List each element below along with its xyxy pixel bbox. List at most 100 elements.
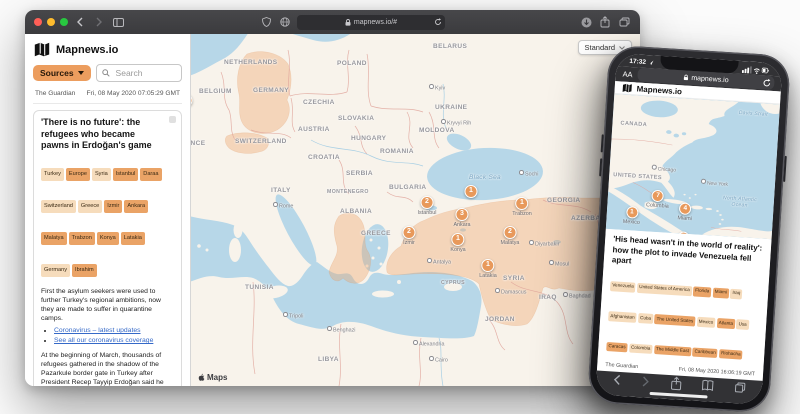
apple-logo-icon — [197, 373, 205, 382]
privacy-shield-icon[interactable] — [259, 15, 273, 29]
marker-count — [191, 94, 193, 107]
article-paragraph: At the beginning of March, thousands of … — [41, 351, 174, 386]
map-cluster-marker[interactable]: 2 Istanbul — [418, 196, 437, 216]
phone-map-canvas[interactable]: CANADADavis StraitUNITED STATESChicagoNe… — [606, 94, 780, 239]
location-tag[interactable]: Switzerland — [41, 200, 76, 213]
chevron-down-icon — [78, 71, 84, 75]
location-tag[interactable]: Daraa — [140, 168, 161, 181]
location-tag[interactable]: Istanbul — [113, 168, 139, 181]
marker-count: 2 — [403, 226, 416, 239]
forward-button[interactable] — [641, 376, 651, 389]
location-tag[interactable]: Venezuela — [610, 281, 636, 292]
downloads-icon[interactable] — [579, 15, 593, 29]
location-tag[interactable]: Ibrahim — [72, 264, 97, 277]
marker-count: 1 — [451, 233, 464, 246]
share-icon[interactable] — [598, 15, 612, 29]
article-link[interactable]: Coronavirus – latest updates — [54, 327, 141, 334]
zoom-window-button[interactable] — [60, 18, 68, 26]
location-tag[interactable]: Latakia — [121, 232, 145, 245]
location-tag[interactable]: Trabzon — [69, 232, 95, 245]
share-icon[interactable] — [669, 376, 682, 391]
address-bar[interactable]: mapnews.io/# — [297, 15, 445, 30]
power-button — [783, 156, 787, 182]
app-title: Mapnews.io — [56, 44, 118, 56]
marker-city-label: Istanbul — [418, 210, 437, 216]
marker-city-label: Mexico — [623, 219, 640, 226]
reload-icon[interactable] — [434, 18, 442, 26]
location-tag[interactable]: Malatya — [41, 232, 67, 245]
map-cluster-marker[interactable]: 4 Miami — [677, 202, 693, 222]
map-cluster-marker[interactable]: 1 Latakia — [479, 259, 496, 279]
marker-count: 2 — [503, 226, 516, 239]
article-source: The Guardian — [605, 362, 638, 370]
search-input[interactable] — [114, 67, 176, 79]
article-link[interactable]: See all our coronavirus coverage — [54, 337, 153, 344]
location-tag[interactable]: Europe — [66, 168, 90, 181]
map-cluster-marker[interactable]: 1 Konya — [450, 233, 465, 253]
location-tag[interactable]: The Middle East — [654, 345, 692, 357]
location-tag[interactable]: Usa — [736, 319, 749, 329]
article-card[interactable]: 'There is no future': the refugees who b… — [33, 110, 182, 386]
location-tag[interactable]: Atlanta — [716, 318, 735, 329]
marker-count: 4 — [679, 203, 692, 216]
map-cluster-marker[interactable]: 7 Columbia — [646, 189, 670, 209]
map-cluster-marker[interactable]: 1 Trabzon — [512, 197, 532, 217]
map-cluster-marker[interactable]: 1 — [465, 185, 478, 199]
volume-up-button — [601, 134, 604, 152]
location-tag[interactable]: United States of America — [637, 283, 692, 296]
location-tag[interactable]: Greece — [78, 200, 102, 213]
tabs-icon[interactable] — [734, 381, 747, 394]
location-tag[interactable]: Colombia — [629, 343, 653, 354]
mapnews-logo — [33, 41, 51, 59]
location-tag[interactable]: Cuba — [638, 313, 654, 324]
location-tag[interactable]: Iraq — [730, 289, 743, 299]
globe-icon[interactable] — [278, 15, 292, 29]
map-cluster-marker[interactable]: 2 İzmir — [403, 226, 416, 246]
map-canvas[interactable]: NETHERLANDSBELARUSPOLANDGERMANYBELGIUMCZ… — [191, 34, 640, 386]
minimize-window-button[interactable] — [47, 18, 55, 26]
marker-city-label: İzmir — [403, 240, 415, 246]
location-tag[interactable]: Turkey — [41, 168, 64, 181]
url-text: mapnews.io — [691, 75, 729, 84]
sidebar-toggle-icon[interactable] — [111, 15, 125, 29]
bookmarks-icon[interactable] — [701, 379, 715, 392]
location-tag[interactable]: Mexico — [696, 317, 715, 328]
location-tag[interactable]: Syria — [92, 168, 111, 181]
location-tag[interactable]: Ankara — [124, 200, 148, 213]
location-tag[interactable]: Miami — [712, 287, 729, 298]
sources-button[interactable]: Sources — [33, 65, 91, 81]
reload-icon[interactable] — [762, 78, 772, 88]
tabs-icon[interactable] — [617, 15, 631, 29]
map-cluster-marker[interactable]: 3 Ankara — [453, 208, 470, 228]
sidebar: Mapnews.io Sources The Guardian Fri, 08 … — [25, 34, 191, 386]
home-indicator[interactable] — [650, 391, 708, 398]
back-button[interactable] — [612, 374, 622, 387]
location-tag[interactable]: Florida — [693, 286, 712, 297]
location-tag[interactable]: Caracas — [606, 342, 628, 353]
back-button[interactable] — [73, 15, 87, 29]
location-tag[interactable]: Riohacha — [719, 349, 743, 360]
reader-button[interactable]: AA — [622, 69, 633, 79]
close-window-button[interactable] — [34, 18, 42, 26]
phone-article-card[interactable]: 'His head wasn't in the world of reality… — [597, 229, 772, 380]
volume-down-button — [599, 158, 602, 176]
forward-button[interactable] — [92, 15, 106, 29]
marker-city-label: Malatya — [501, 240, 520, 246]
map-cluster-marker[interactable]: 1 Mexico — [623, 206, 641, 226]
europe-basemap — [191, 34, 640, 386]
location-tag[interactable]: Caribbean — [692, 347, 718, 358]
previous-article-footer[interactable]: The Guardian Fri, 08 May 2020 07:05:29 G… — [33, 88, 182, 104]
location-tag[interactable]: Afghanistan — [608, 311, 637, 322]
url-text: mapnews.io/# — [354, 19, 397, 26]
iphone-mockup: 17:32 AA mapnews.io — [587, 45, 791, 414]
search-icon — [102, 69, 110, 77]
location-tag[interactable]: The United States — [654, 314, 695, 326]
location-tag[interactable]: Konya — [97, 232, 119, 245]
map-cluster-marker[interactable]: 2 Malatya — [501, 226, 520, 246]
pin-article-button[interactable] — [169, 116, 176, 123]
location-tag[interactable]: Izmir — [104, 200, 122, 213]
search-box[interactable] — [96, 64, 182, 82]
marker-city-label: Konya — [450, 247, 465, 253]
location-tag[interactable]: Germany — [41, 264, 70, 277]
map-cluster-marker[interactable] — [191, 94, 193, 108]
